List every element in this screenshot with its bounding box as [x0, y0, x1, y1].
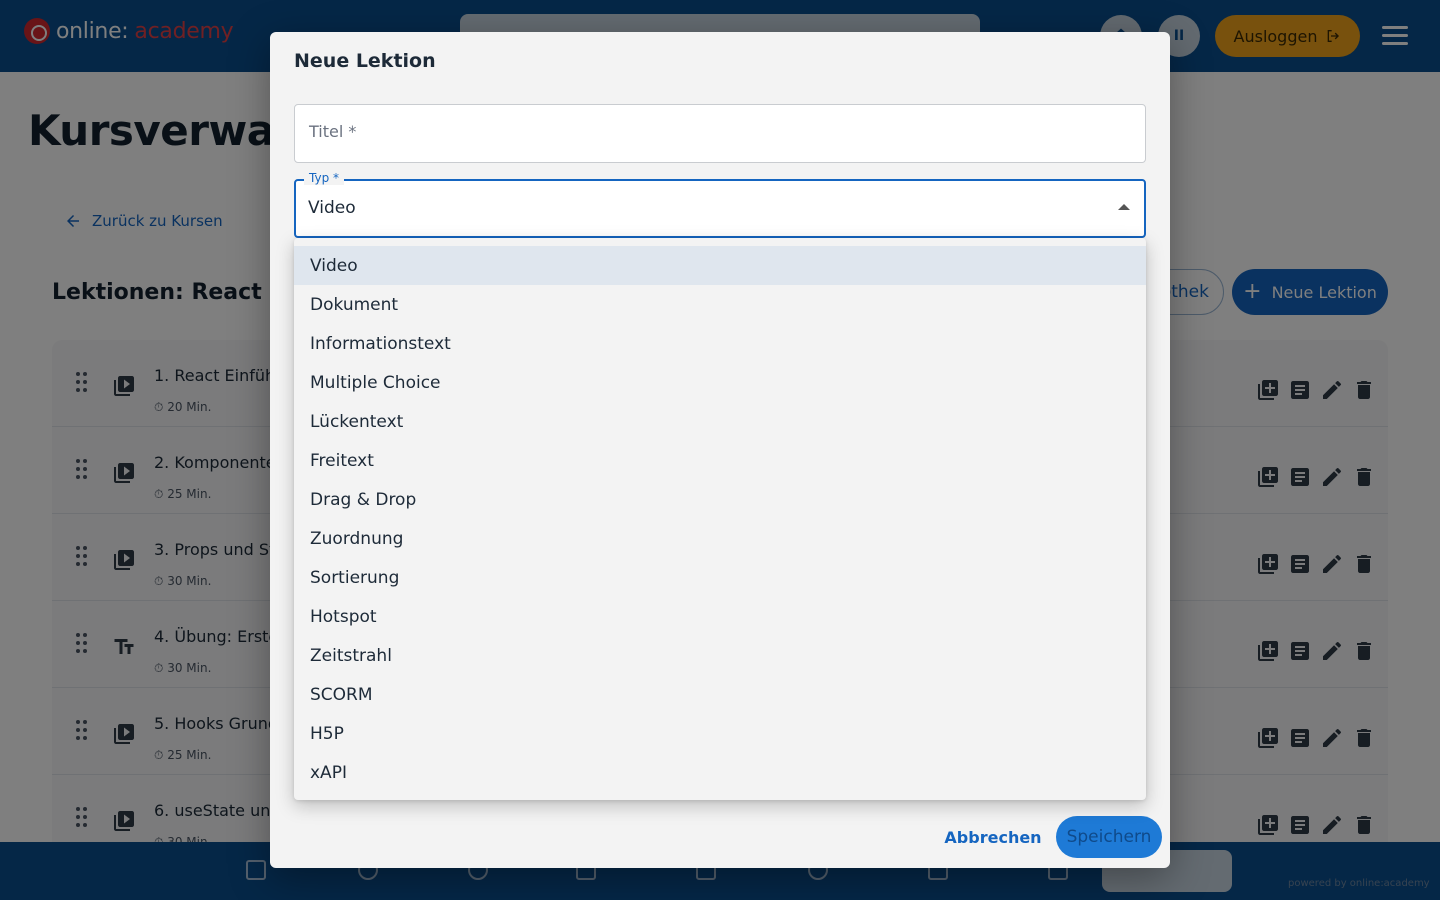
option-informationstext[interactable]: Informationstext — [294, 324, 1146, 363]
option-scorm[interactable]: SCORM — [294, 675, 1146, 714]
option-h5p[interactable]: H5P — [294, 714, 1146, 753]
title-field-placeholder: Titel * — [309, 122, 357, 141]
type-select-label: Typ * — [304, 171, 344, 185]
option-multiple-choice[interactable]: Multiple Choice — [294, 363, 1146, 402]
title-field[interactable]: Titel * — [294, 104, 1146, 163]
option-zuordnung[interactable]: Zuordnung — [294, 519, 1146, 558]
option-xapi[interactable]: xAPI — [294, 753, 1146, 792]
dialog-title: Neue Lektion — [294, 50, 436, 72]
save-button[interactable]: Speichern — [1056, 816, 1162, 858]
option-hotspot[interactable]: Hotspot — [294, 597, 1146, 636]
option-dokument[interactable]: Dokument — [294, 285, 1146, 324]
type-select-value: Video — [308, 198, 356, 218]
type-options-menu: Video Dokument Informationstext Multiple… — [294, 238, 1146, 800]
cancel-button[interactable]: Abbrechen — [942, 816, 1044, 858]
save-button-label: Speichern — [1066, 827, 1152, 847]
option-zeitstrahl[interactable]: Zeitstrahl — [294, 636, 1146, 675]
arrow-up-icon — [1118, 204, 1130, 210]
option-sortierung[interactable]: Sortierung — [294, 558, 1146, 597]
cancel-button-label: Abbrechen — [944, 827, 1042, 847]
option-freitext[interactable]: Freitext — [294, 441, 1146, 480]
option-video[interactable]: Video — [294, 246, 1146, 285]
option-drag-drop[interactable]: Drag & Drop — [294, 480, 1146, 519]
type-select[interactable]: Typ * Video — [294, 171, 1146, 238]
option-lueckentext[interactable]: Lückentext — [294, 402, 1146, 441]
